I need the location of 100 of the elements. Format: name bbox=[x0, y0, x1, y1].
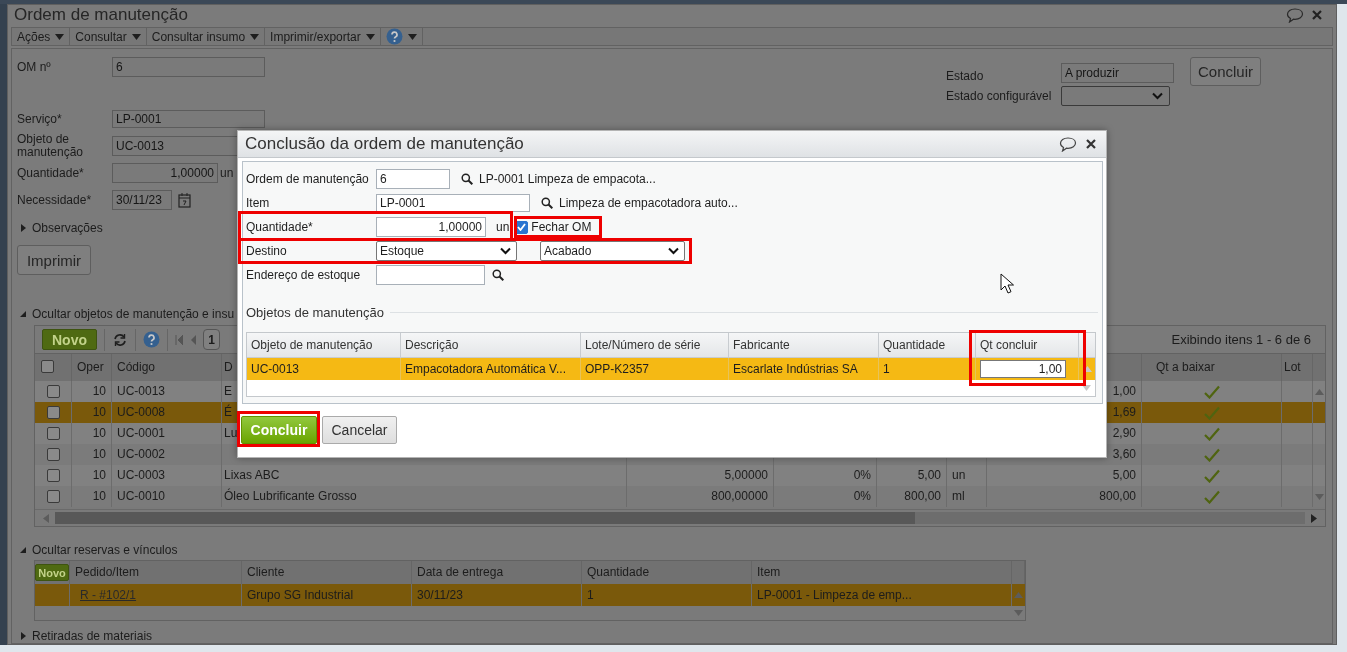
table-cell: ml bbox=[947, 486, 987, 507]
table-cell-text: 30/11/23 bbox=[417, 587, 463, 604]
field-label: Ordem de manutenção bbox=[246, 172, 370, 186]
scroll-up-icon[interactable] bbox=[1314, 388, 1324, 395]
field-label: Estado bbox=[946, 69, 985, 83]
menu-button[interactable]: Consultar bbox=[70, 28, 147, 45]
field-label: Item bbox=[246, 196, 271, 210]
check-icon bbox=[1203, 468, 1220, 483]
field-label: Quantidade* bbox=[246, 220, 314, 234]
refresh-icon[interactable] bbox=[112, 332, 128, 347]
select-field[interactable]: Acabado bbox=[540, 241, 685, 261]
column-header: Objeto de manutenção bbox=[247, 333, 401, 357]
text-field[interactable]: A produzir bbox=[1061, 63, 1174, 83]
search-icon[interactable] bbox=[541, 197, 553, 209]
check-icon bbox=[1203, 447, 1220, 462]
caret-icon bbox=[250, 33, 260, 40]
section-toggle[interactable]: Ocultar objetos de manutenção e insu bbox=[19, 307, 235, 321]
conclude-button[interactable]: Concluir bbox=[1190, 56, 1261, 86]
menu-button[interactable]: Consultar insumo bbox=[146, 28, 266, 45]
cursor-icon bbox=[1000, 273, 1014, 294]
text-field[interactable]: LP-0001 bbox=[376, 194, 530, 212]
scroll-right-icon[interactable] bbox=[1311, 513, 1317, 523]
table-cell-text: LP-0001 - Limpeza de emp... bbox=[757, 587, 912, 604]
table-cell: UC-0010 bbox=[112, 486, 222, 507]
checkbox-label: Fechar OM bbox=[531, 220, 592, 234]
description-text: Limpeza de empacotadora auto... bbox=[559, 196, 738, 210]
number-field[interactable]: 1,00 bbox=[980, 360, 1066, 378]
chevron-icon bbox=[668, 247, 679, 255]
caret-icon bbox=[365, 33, 375, 40]
first-page-icon[interactable] bbox=[175, 334, 183, 345]
cancel-button[interactable]: Cancelar bbox=[322, 416, 397, 444]
table-cell: 800,00 bbox=[877, 486, 947, 507]
table-cell-text: 1 bbox=[587, 587, 594, 604]
help-icon[interactable] bbox=[385, 28, 403, 45]
dialog-title: Conclusão da ordem de manutenção bbox=[245, 134, 524, 154]
comment-icon[interactable] bbox=[1059, 136, 1077, 152]
order-link[interactable]: R - #102/1 bbox=[80, 584, 137, 606]
checkbox[interactable] bbox=[46, 490, 60, 503]
previous-page-icon[interactable] bbox=[190, 334, 196, 345]
section-toggle[interactable]: Observações bbox=[19, 221, 103, 235]
new-button[interactable]: Novo bbox=[42, 329, 97, 350]
text-field[interactable] bbox=[376, 265, 485, 285]
search-icon[interactable] bbox=[492, 269, 504, 281]
close-icon[interactable] bbox=[1086, 139, 1096, 149]
checkbox[interactable] bbox=[46, 427, 60, 440]
scroll-down-icon[interactable] bbox=[1082, 385, 1091, 391]
checkbox[interactable] bbox=[46, 448, 60, 461]
text-field[interactable]: 1,00000 bbox=[112, 163, 218, 183]
table-cell: Óleo Lubrificante Grosso bbox=[222, 486, 627, 507]
scrollbar[interactable] bbox=[55, 512, 1305, 524]
conclude-button[interactable]: Concluir bbox=[241, 416, 317, 444]
text-field[interactable]: 6 bbox=[112, 57, 265, 77]
search-icon[interactable] bbox=[461, 173, 473, 185]
text-field[interactable]: UC-0013 bbox=[112, 136, 238, 156]
text-field[interactable]: 1,00000 bbox=[376, 217, 486, 237]
select-field[interactable] bbox=[1061, 86, 1170, 106]
caret-icon bbox=[407, 33, 417, 40]
table-cell: 0% bbox=[774, 486, 877, 507]
select-field[interactable]: Estoque bbox=[376, 241, 517, 261]
column-header: Lote/Número de série bbox=[581, 333, 729, 357]
section-title: Objetos de manutenção bbox=[246, 305, 385, 320]
text-field[interactable]: 30/11/23 bbox=[112, 190, 172, 210]
check-icon bbox=[1203, 426, 1220, 441]
page-number[interactable]: 1 bbox=[203, 329, 220, 350]
pager-info: Exibindo itens 1 - 6 de 6 bbox=[1171, 332, 1312, 347]
table-cell: 10 bbox=[72, 486, 112, 507]
field-label: OM nº bbox=[17, 60, 52, 74]
text-field[interactable]: 6 bbox=[376, 169, 450, 189]
description-text: LP-0001 Limpeza de empacota... bbox=[479, 172, 656, 186]
comment-icon[interactable] bbox=[1286, 7, 1304, 23]
checkbox[interactable] bbox=[46, 406, 60, 419]
chevron-icon bbox=[1152, 92, 1163, 100]
table-cell-text: Grupo SG Industrial bbox=[247, 587, 354, 604]
section-toggle[interactable]: Ocultar reservas e vínculos bbox=[19, 543, 178, 557]
new-button[interactable]: Novo bbox=[35, 564, 69, 581]
unit-label: un bbox=[496, 220, 510, 234]
field-label: Endereço de estoque bbox=[246, 268, 362, 282]
field-label: Destino bbox=[246, 244, 288, 258]
caret-icon bbox=[131, 33, 141, 40]
field-label: Necessidade* bbox=[17, 193, 93, 207]
column-header: Descrição bbox=[401, 333, 581, 357]
menu-button[interactable]: Imprimir/exportar bbox=[265, 28, 381, 45]
checkbox[interactable] bbox=[41, 360, 54, 373]
checkbox[interactable] bbox=[46, 469, 60, 482]
print-button[interactable]: Imprimir bbox=[17, 245, 91, 275]
calendar-icon[interactable] bbox=[178, 192, 191, 208]
chevron-icon bbox=[500, 247, 511, 255]
section-toggle[interactable]: Retiradas de materiais bbox=[19, 629, 153, 643]
check-icon bbox=[1203, 405, 1220, 420]
table-cell: 1 bbox=[883, 362, 890, 376]
field-label: Serviço* bbox=[17, 112, 63, 126]
column-header: Fabricante bbox=[729, 333, 879, 357]
unit-label: un bbox=[220, 166, 234, 180]
help-icon[interactable] bbox=[143, 331, 160, 348]
checkbox[interactable] bbox=[46, 385, 60, 398]
text-field[interactable]: LP-0001 bbox=[112, 110, 265, 128]
table-cell: Empacotadora Automática V... bbox=[405, 362, 566, 376]
field-label: Objeto de manutenção bbox=[17, 133, 85, 159]
window-title: Ordem de manutenção bbox=[14, 5, 188, 25]
menu-button[interactable]: Ações bbox=[12, 28, 71, 45]
